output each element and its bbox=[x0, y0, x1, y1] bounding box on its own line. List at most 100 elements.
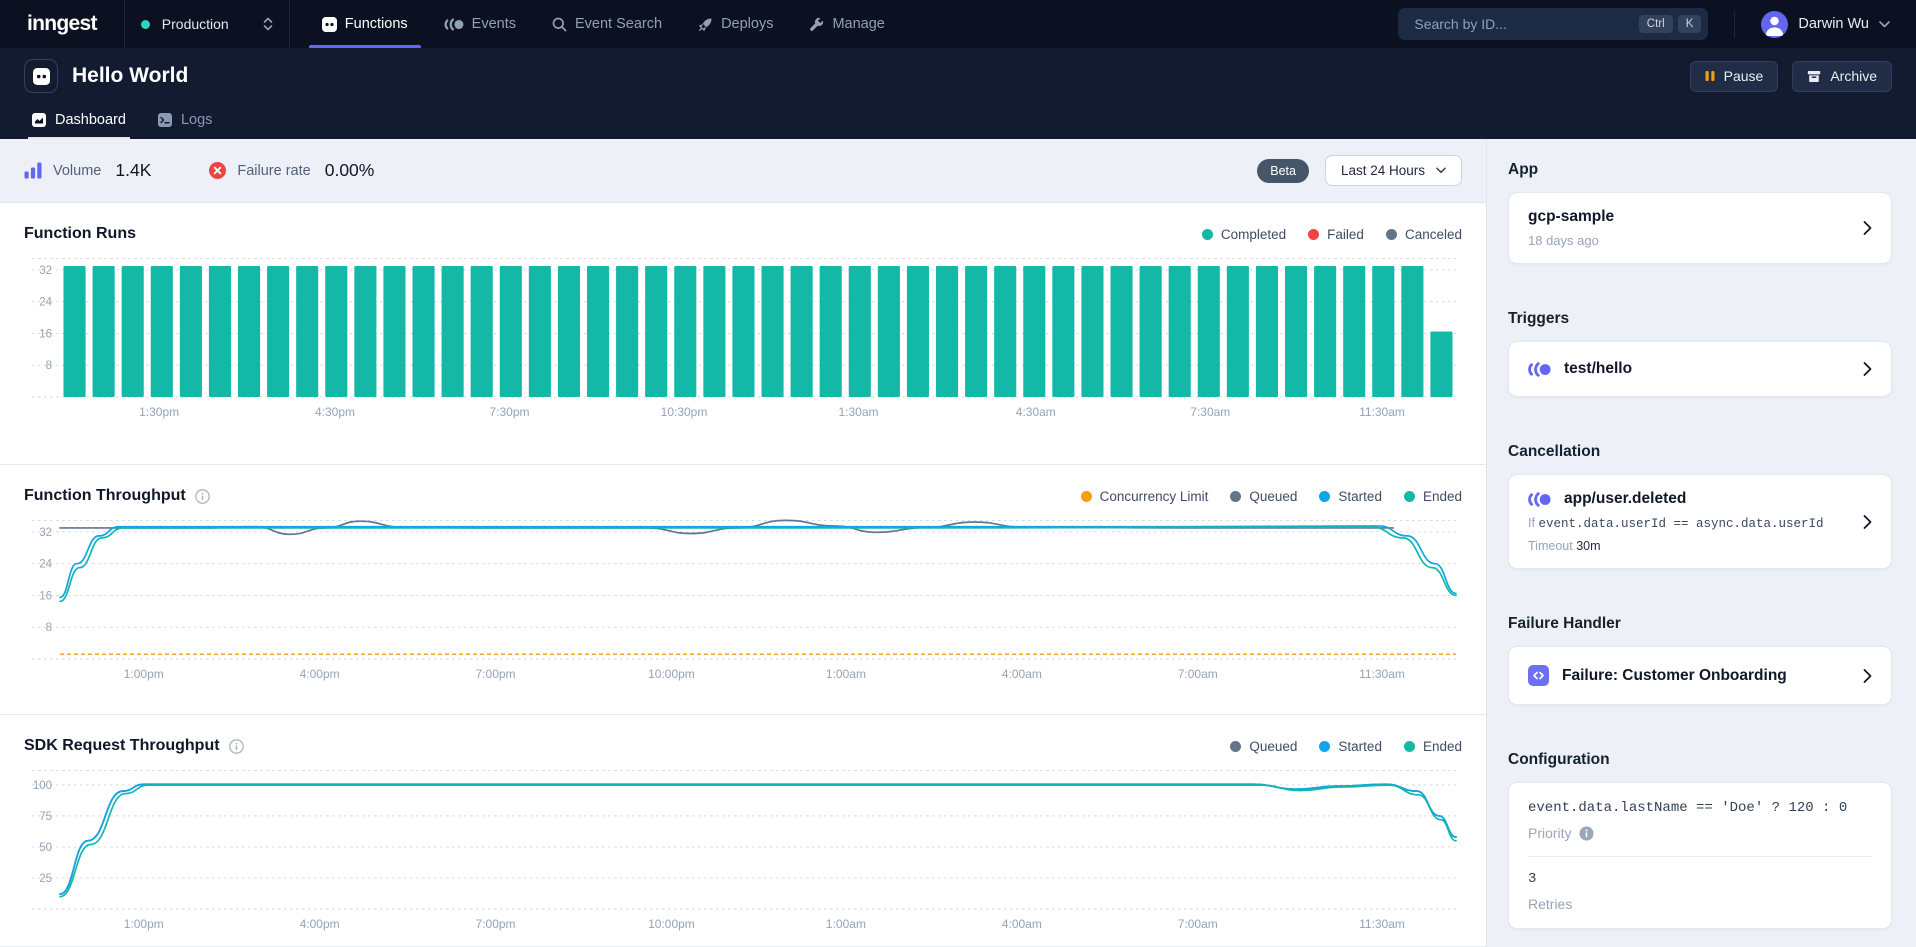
user-name: Darwin Wu bbox=[1798, 16, 1869, 32]
failure-rate-stat: Failure rate 0.00% bbox=[209, 160, 374, 181]
failure-handler-section: Failure Handler Failure: Customer Onboar… bbox=[1508, 615, 1892, 705]
trigger-card[interactable]: test/hello bbox=[1508, 341, 1892, 397]
app-card[interactable]: gcp-sample 18 days ago bbox=[1508, 192, 1892, 264]
legend-completed[interactable]: Completed bbox=[1202, 227, 1286, 242]
legend-dot bbox=[1319, 491, 1330, 502]
search-input[interactable] bbox=[1412, 15, 1633, 33]
legend-started[interactable]: Started bbox=[1319, 739, 1382, 754]
series-ended bbox=[60, 785, 1456, 896]
legend-dot bbox=[1202, 229, 1213, 240]
cancellation-card[interactable]: app/user.deleted If event.data.userId ==… bbox=[1508, 474, 1892, 569]
pause-icon bbox=[1705, 70, 1715, 82]
beta-badge: Beta bbox=[1257, 159, 1309, 183]
nav-item-label: Events bbox=[472, 16, 516, 32]
svg-text:1:00pm: 1:00pm bbox=[124, 667, 164, 681]
app-heading: App bbox=[1508, 161, 1892, 179]
nav-right: Ctrl K Darwin Wu bbox=[1398, 0, 1916, 48]
inngest-logo[interactable]: inngest bbox=[0, 0, 124, 48]
sdk-request-throughput-svg: 2550751001:00pm4:00pm7:00pm10:00pm1:00am… bbox=[24, 763, 1462, 935]
archive-button[interactable]: Archive bbox=[1792, 61, 1892, 92]
svg-text:7:00pm: 7:00pm bbox=[476, 667, 516, 681]
svg-text:50: 50 bbox=[39, 842, 52, 854]
cancellation-event: app/user.deleted bbox=[1564, 490, 1686, 508]
event-icon bbox=[1528, 362, 1551, 377]
kbd-k: K bbox=[1678, 15, 1702, 33]
failure-rate-value: 0.00% bbox=[325, 160, 375, 181]
details-sidebar: App gcp-sample 18 days ago Triggers bbox=[1487, 139, 1916, 947]
legend-queued[interactable]: Queued bbox=[1230, 489, 1297, 504]
legend-label: Completed bbox=[1221, 227, 1286, 242]
svg-text:4:30am: 4:30am bbox=[1016, 405, 1056, 419]
chevron-right-icon bbox=[1853, 361, 1872, 377]
svg-text:100: 100 bbox=[33, 780, 52, 792]
nav-item-events[interactable]: Events bbox=[426, 0, 534, 48]
series-started bbox=[60, 526, 1456, 597]
function-runs-svg: 81624321:30pm4:30pm7:30pm10:30pm1:30am4:… bbox=[24, 251, 1462, 423]
app-section: App gcp-sample 18 days ago bbox=[1508, 161, 1892, 264]
archive-label: Archive bbox=[1830, 68, 1877, 84]
nav-item-manage[interactable]: Manage bbox=[791, 0, 902, 48]
function-throughput-svg: 81624321:00pm4:00pm7:00pm10:00pm1:00am4:… bbox=[24, 513, 1462, 685]
svg-text:11:30am: 11:30am bbox=[1359, 667, 1405, 681]
priority-label: Priority bbox=[1528, 825, 1872, 841]
function-runs-chart: 81624321:30pm4:30pm7:30pm10:30pm1:30am4:… bbox=[24, 251, 1462, 423]
legend-concurrency-limit[interactable]: Concurrency Limit bbox=[1081, 489, 1209, 504]
legend-dot bbox=[1404, 741, 1415, 752]
pause-button[interactable]: Pause bbox=[1690, 61, 1779, 92]
pause-label: Pause bbox=[1724, 68, 1764, 84]
nav-item-deploys[interactable]: Deploys bbox=[680, 0, 791, 48]
function-throughput-panel: Function Throughput Concurrency Limit Que… bbox=[0, 465, 1486, 715]
svg-text:11:30am: 11:30am bbox=[1359, 917, 1405, 931]
tab-dashboard[interactable]: Dashboard bbox=[24, 104, 134, 139]
svg-text:1:00am: 1:00am bbox=[826, 667, 866, 681]
info-icon[interactable] bbox=[229, 739, 244, 754]
tab-logs[interactable]: Logs bbox=[150, 104, 220, 139]
cancellation-heading: Cancellation bbox=[1508, 443, 1892, 461]
legend-queued[interactable]: Queued bbox=[1230, 739, 1297, 754]
function-header: Hello World Pause Archive bbox=[0, 48, 1916, 139]
svg-text:4:00pm: 4:00pm bbox=[300, 917, 340, 931]
legend-label: Started bbox=[1338, 489, 1382, 504]
time-range-select[interactable]: Last 24 Hours bbox=[1325, 155, 1462, 186]
retries-label: Retries bbox=[1528, 896, 1872, 912]
sdk-request-throughput-title: SDK Request Throughput bbox=[24, 737, 244, 755]
info-icon[interactable] bbox=[1579, 826, 1594, 841]
function-throughput-title: Function Throughput bbox=[24, 487, 210, 505]
divider bbox=[1528, 856, 1872, 857]
svg-text:4:30pm: 4:30pm bbox=[315, 405, 355, 419]
user-menu[interactable]: Darwin Wu bbox=[1734, 11, 1916, 38]
legend-dot bbox=[1404, 491, 1415, 502]
legend-ended[interactable]: Ended bbox=[1404, 489, 1462, 504]
svg-text:1:30pm: 1:30pm bbox=[139, 405, 179, 419]
legend-canceled[interactable]: Canceled bbox=[1386, 227, 1462, 242]
svg-text:4:00am: 4:00am bbox=[1002, 667, 1042, 681]
trigger-name: test/hello bbox=[1564, 360, 1632, 378]
function-throughput-chart: 81624321:00pm4:00pm7:00pm10:00pm1:00am4:… bbox=[24, 513, 1462, 685]
svg-text:16: 16 bbox=[39, 328, 52, 340]
environment-label: Production bbox=[162, 16, 251, 32]
svg-text:7:00am: 7:00am bbox=[1178, 667, 1218, 681]
legend-ended[interactable]: Ended bbox=[1404, 739, 1462, 754]
svg-text:11:30am: 11:30am bbox=[1359, 405, 1405, 419]
wrench-icon bbox=[809, 17, 824, 32]
function-runs-title: Function Runs bbox=[24, 225, 136, 243]
legend-dot bbox=[1386, 229, 1397, 240]
global-search[interactable]: Ctrl K bbox=[1398, 8, 1708, 40]
failure-rate-label: Failure rate bbox=[237, 163, 310, 179]
legend-dot bbox=[1230, 741, 1241, 752]
nav-item-functions[interactable]: Functions bbox=[304, 0, 426, 48]
info-icon[interactable] bbox=[195, 489, 210, 504]
failure-handler-heading: Failure Handler bbox=[1508, 615, 1892, 633]
svg-text:75: 75 bbox=[39, 811, 52, 823]
triggers-section: Triggers test/hello bbox=[1508, 310, 1892, 397]
legend-failed[interactable]: Failed bbox=[1308, 227, 1364, 242]
failure-handler-card[interactable]: Failure: Customer Onboarding bbox=[1508, 646, 1892, 705]
chevron-right-icon bbox=[1853, 668, 1872, 684]
environment-switcher[interactable]: Production bbox=[124, 0, 290, 48]
nav-item-label: Event Search bbox=[575, 16, 662, 32]
function-tabs: Dashboard Logs bbox=[24, 104, 1892, 139]
nav-item-event-search[interactable]: Event Search bbox=[534, 0, 680, 48]
chevron-right-icon bbox=[1853, 514, 1872, 530]
function-runs-legend: Completed Failed Canceled bbox=[1202, 227, 1462, 242]
legend-started[interactable]: Started bbox=[1319, 489, 1382, 504]
